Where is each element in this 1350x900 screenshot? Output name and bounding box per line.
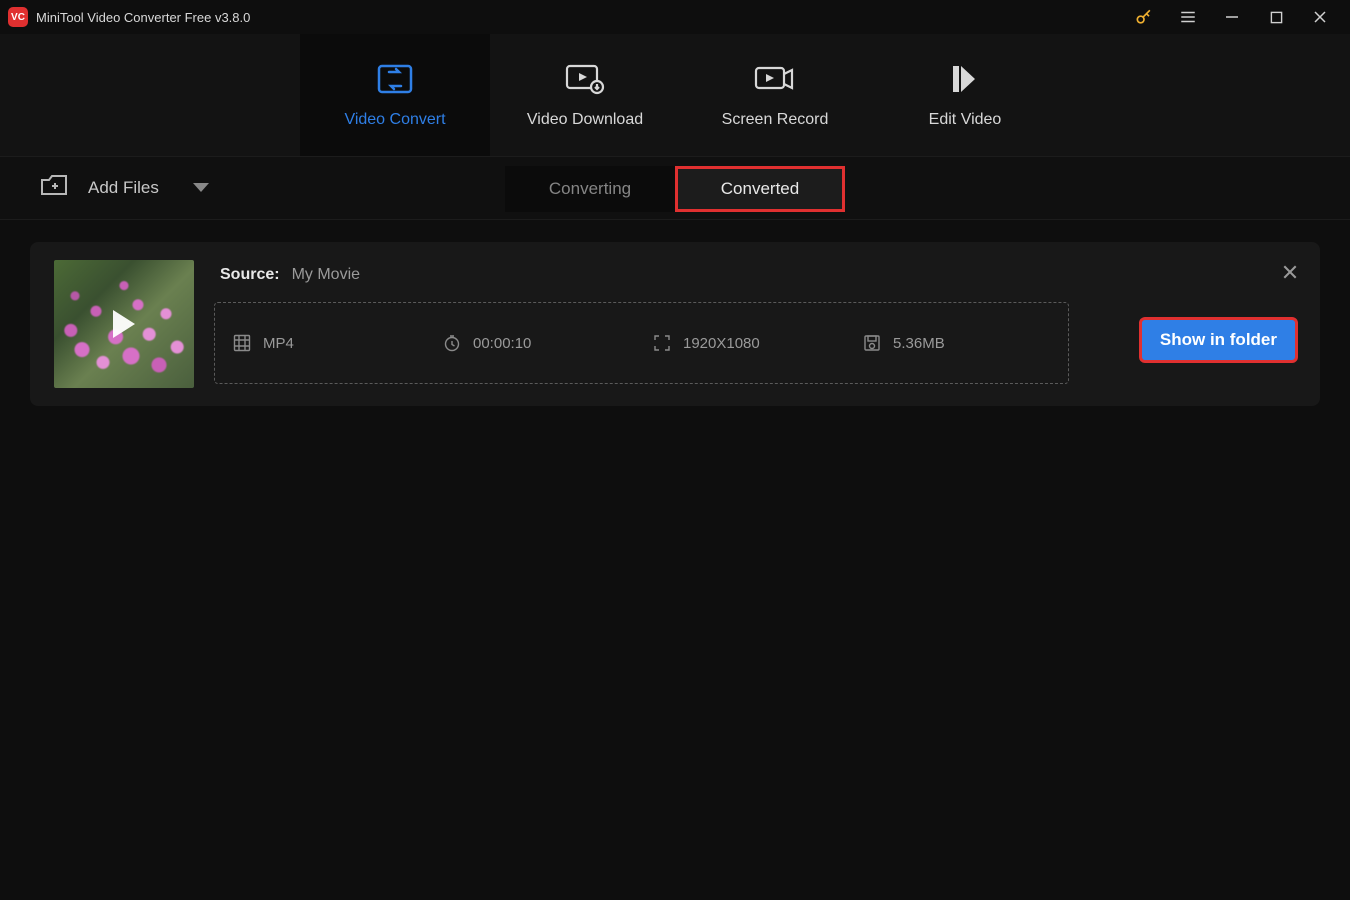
- disk-icon: [863, 334, 881, 352]
- show-in-folder-label: Show in folder: [1160, 330, 1277, 349]
- tab-video-convert[interactable]: Video Convert: [300, 34, 490, 156]
- info-size: 5.36MB: [863, 334, 1033, 352]
- source-value: My Movie: [292, 266, 360, 284]
- info-resolution: 1920X1080: [653, 334, 863, 352]
- download-icon: [563, 61, 607, 97]
- info-duration: 00:00:10: [443, 334, 653, 352]
- main-navbar: Video Convert Video Download Screen Reco…: [0, 34, 1350, 156]
- card-right-col: Show in folder: [1139, 260, 1298, 363]
- info-box: MP4 00:00:10 1920X1080: [214, 302, 1069, 384]
- record-icon: [752, 61, 798, 97]
- titlebar: VC MiniTool Video Converter Free v3.8.0: [0, 0, 1350, 34]
- show-in-folder-button[interactable]: Show in folder: [1139, 317, 1298, 363]
- edit-video-icon: [947, 61, 983, 97]
- segment-converting-label: Converting: [549, 179, 631, 199]
- card-main: Source: My Movie MP4 00:00:10: [214, 260, 1119, 384]
- content-area: Source: My Movie MP4 00:00:10: [0, 220, 1350, 428]
- tab-edit-video-label: Edit Video: [929, 111, 1002, 129]
- source-label: Source:: [220, 266, 280, 284]
- info-format: MP4: [233, 334, 443, 352]
- converted-item-card: Source: My Movie MP4 00:00:10: [30, 242, 1320, 406]
- tab-screen-record-label: Screen Record: [722, 111, 829, 129]
- maximize-button[interactable]: [1254, 1, 1298, 33]
- segment-converted-label: Converted: [721, 179, 799, 199]
- status-segmented: Converting Converted: [505, 166, 845, 212]
- convert-icon: [375, 61, 415, 97]
- source-row: Source: My Movie: [220, 266, 1119, 284]
- chevron-down-icon: [193, 178, 209, 198]
- minimize-button[interactable]: [1210, 1, 1254, 33]
- format-icon: [233, 334, 251, 352]
- info-size-value: 5.36MB: [893, 335, 945, 352]
- info-resolution-value: 1920X1080: [683, 335, 760, 352]
- add-folder-icon: [40, 174, 68, 203]
- play-icon: [113, 310, 135, 338]
- tab-video-download-label: Video Download: [527, 111, 643, 129]
- resolution-icon: [653, 334, 671, 352]
- toolbar: Add Files Converting Converted: [0, 156, 1350, 220]
- info-duration-value: 00:00:10: [473, 335, 531, 352]
- add-files-button[interactable]: Add Files: [0, 157, 209, 219]
- tab-video-download[interactable]: Video Download: [490, 34, 680, 156]
- tab-screen-record[interactable]: Screen Record: [680, 34, 870, 156]
- video-thumbnail[interactable]: [54, 260, 194, 388]
- segment-converted[interactable]: Converted: [675, 166, 845, 212]
- tab-edit-video[interactable]: Edit Video: [870, 34, 1060, 156]
- remove-item-button[interactable]: [1282, 264, 1298, 285]
- segment-converting[interactable]: Converting: [505, 166, 675, 212]
- activate-key-icon[interactable]: [1122, 1, 1166, 33]
- add-files-label: Add Files: [88, 178, 159, 198]
- window-title: MiniTool Video Converter Free v3.8.0: [36, 10, 250, 25]
- hamburger-menu-icon[interactable]: [1166, 1, 1210, 33]
- app-logo-icon: VC: [8, 7, 28, 27]
- tab-video-convert-label: Video Convert: [344, 111, 445, 129]
- close-button[interactable]: [1298, 1, 1342, 33]
- info-format-value: MP4: [263, 335, 294, 352]
- clock-icon: [443, 334, 461, 352]
